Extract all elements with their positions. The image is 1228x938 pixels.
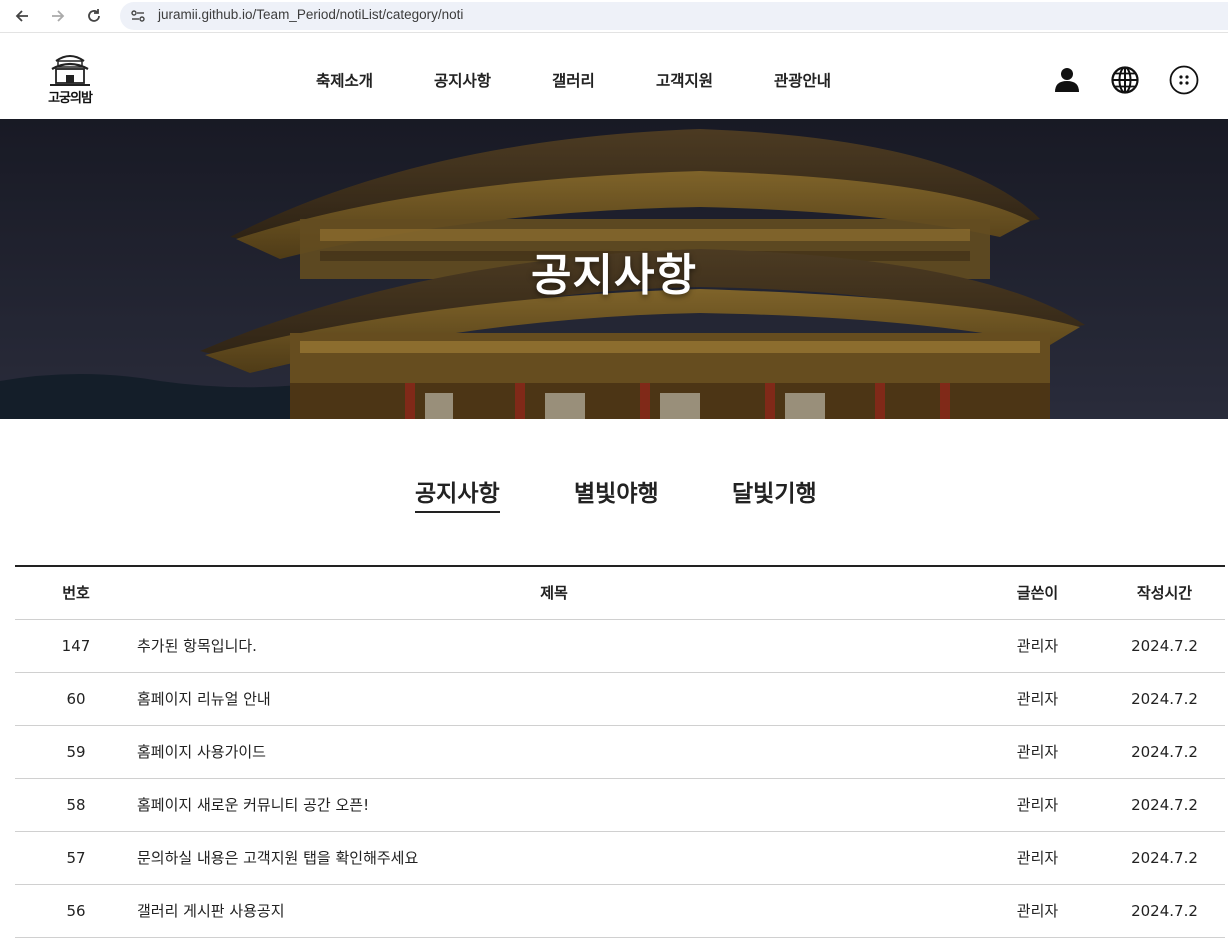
row-title-link[interactable]: 홈페이지 새로운 커뮤니티 공간 오픈! bbox=[137, 779, 369, 831]
hero-banner: 공지사항 bbox=[0, 119, 1228, 419]
nav-item-support[interactable]: 고객지원 bbox=[656, 69, 713, 91]
table-header-row: 번호 제목 글쓴이 작성시간 bbox=[15, 567, 1225, 620]
row-writer: 관리자 bbox=[1016, 690, 1059, 708]
url-text: juramii.github.io/Team_Period/notiList/c… bbox=[158, 7, 464, 22]
row-time: 2024.7.2 bbox=[1131, 690, 1198, 708]
header-number: 번호 bbox=[62, 584, 90, 602]
row-title-link[interactable]: 추가된 항목입니다. bbox=[137, 620, 257, 672]
table-row[interactable]: 57 문의하실 내용은 고객지원 탭을 확인해주세요 관리자 2024.7.2 bbox=[15, 832, 1225, 885]
reload-icon[interactable] bbox=[82, 4, 106, 28]
row-number: 147 bbox=[61, 637, 91, 655]
table-row[interactable]: 60 홈페이지 리뉴얼 안내 관리자 2024.7.2 bbox=[15, 673, 1225, 726]
nav-item-festival[interactable]: 축제소개 bbox=[316, 69, 373, 91]
row-time: 2024.7.2 bbox=[1131, 902, 1198, 920]
row-number: 59 bbox=[66, 743, 86, 761]
globe-icon[interactable] bbox=[1110, 65, 1140, 95]
row-time: 2024.7.2 bbox=[1131, 849, 1198, 867]
header-writer: 글쓴이 bbox=[1016, 584, 1059, 602]
row-writer: 관리자 bbox=[1016, 743, 1059, 761]
notice-table: 번호 제목 글쓴이 작성시간 147 추가된 항목입니다. 관리자 2024.7… bbox=[15, 565, 1225, 938]
nav-item-gallery[interactable]: 갤러리 bbox=[552, 69, 595, 91]
site-settings-icon[interactable] bbox=[130, 8, 146, 24]
address-bar[interactable]: juramii.github.io/Team_Period/notiList/c… bbox=[120, 2, 1228, 30]
hero-title: 공지사항 bbox=[531, 250, 697, 301]
row-writer: 관리자 bbox=[1016, 902, 1059, 920]
row-title-link[interactable]: 홈페이지 리뉴얼 안내 bbox=[137, 673, 271, 725]
table-row[interactable]: 147 추가된 항목입니다. 관리자 2024.7.2 bbox=[15, 620, 1225, 673]
table-row[interactable]: 56 갤러리 게시판 사용공지 관리자 2024.7.2 bbox=[15, 885, 1225, 938]
site-header: 고궁의밤 축제소개 공지사항 갤러리 고객지원 관광안내 bbox=[0, 39, 1228, 119]
header-time: 작성시간 bbox=[1136, 584, 1193, 602]
browser-toolbar: juramii.github.io/Team_Period/notiList/c… bbox=[0, 0, 1228, 33]
row-writer: 관리자 bbox=[1016, 849, 1059, 867]
back-arrow-icon[interactable] bbox=[10, 4, 34, 28]
row-time: 2024.7.2 bbox=[1131, 637, 1198, 655]
nav-item-tourism[interactable]: 관광안내 bbox=[774, 69, 831, 91]
tab-moonlight-tour[interactable]: 달빛기행 bbox=[732, 474, 817, 508]
row-time: 2024.7.2 bbox=[1131, 796, 1198, 814]
row-number: 58 bbox=[66, 796, 86, 814]
tab-starlight-tour[interactable]: 별빛야행 bbox=[574, 474, 659, 508]
category-tabs: 공지사항 별빛야행 달빛기행 bbox=[0, 474, 1228, 514]
row-title-link[interactable]: 홈페이지 사용가이드 bbox=[137, 726, 266, 778]
row-number: 57 bbox=[66, 849, 86, 867]
tab-notice[interactable]: 공지사항 bbox=[415, 474, 500, 513]
row-time: 2024.7.2 bbox=[1131, 743, 1198, 761]
row-writer: 관리자 bbox=[1016, 796, 1059, 814]
nav-item-notice[interactable]: 공지사항 bbox=[434, 69, 491, 91]
palace-logo-icon bbox=[50, 55, 90, 86]
row-title-link[interactable]: 갤러리 게시판 사용공지 bbox=[137, 885, 285, 937]
header-title: 제목 bbox=[540, 584, 568, 602]
table-row[interactable]: 58 홈페이지 새로운 커뮤니티 공간 오픈! 관리자 2024.7.2 bbox=[15, 779, 1225, 832]
forward-arrow-icon[interactable] bbox=[46, 4, 70, 28]
table-row[interactable]: 59 홈페이지 사용가이드 관리자 2024.7.2 bbox=[15, 726, 1225, 779]
site-logo[interactable]: 고궁의밤 bbox=[36, 49, 104, 109]
grid-menu-icon[interactable] bbox=[1169, 65, 1199, 95]
row-writer: 관리자 bbox=[1016, 637, 1059, 655]
logo-text: 고궁의밤 bbox=[48, 91, 93, 106]
user-icon[interactable] bbox=[1052, 65, 1082, 95]
row-number: 56 bbox=[66, 902, 86, 920]
row-number: 60 bbox=[66, 690, 86, 708]
row-title-link[interactable]: 문의하실 내용은 고객지원 탭을 확인해주세요 bbox=[137, 832, 418, 884]
